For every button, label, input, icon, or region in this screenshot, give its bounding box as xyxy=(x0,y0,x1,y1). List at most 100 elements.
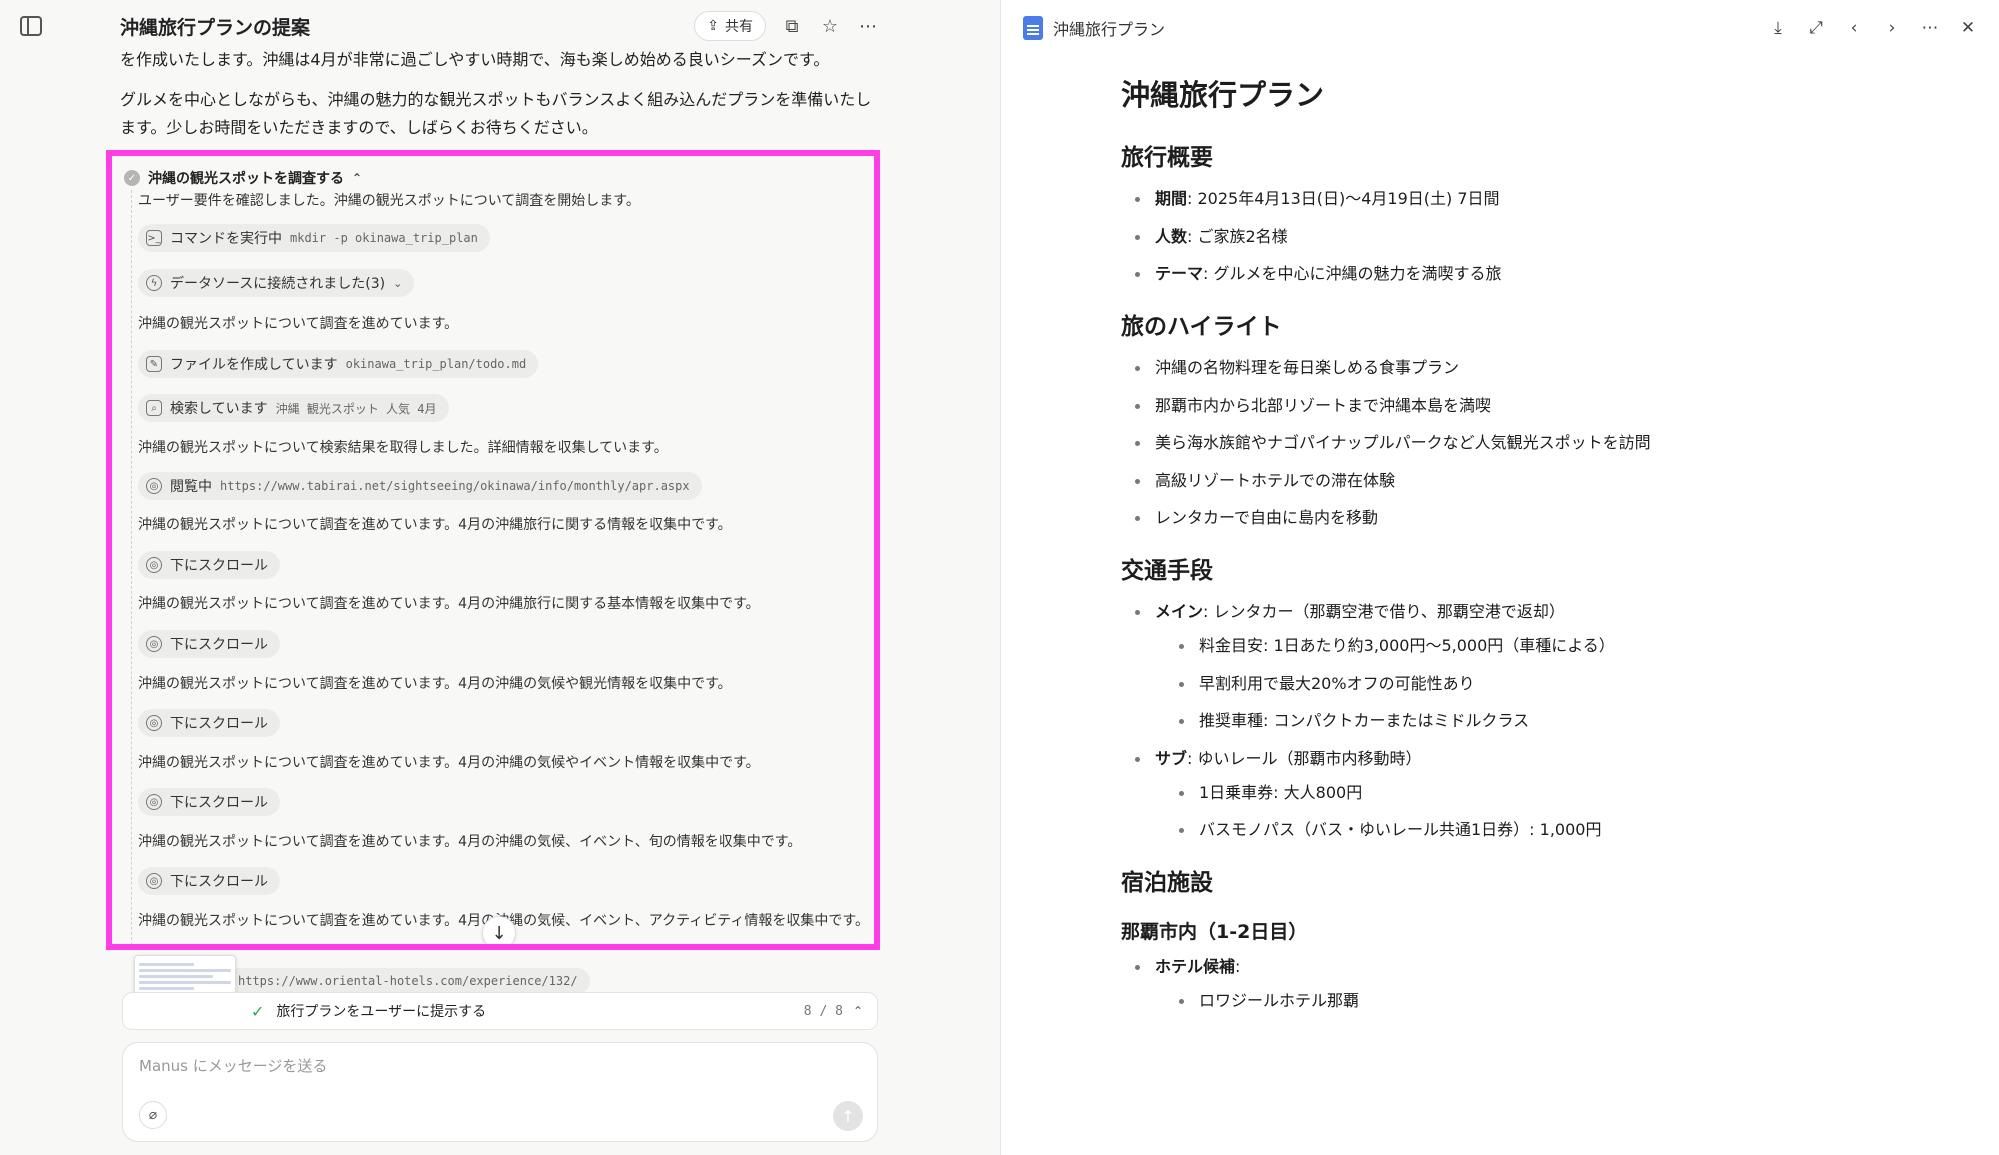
document-body: 沖縄旅行プラン 旅行概要 期間: 2025年4月13日(日)〜4月19日(土) 7… xyxy=(1121,72,1921,1028)
sub-list-item: 料金目安: 1日あたり約3,000円〜5,000円（車種による） xyxy=(1177,635,1921,657)
list-item: テーマ: グルメを中心に沖縄の魅力を満喫する旅 xyxy=(1133,263,1921,285)
action-pill[interactable]: ◎ 下にスクロール xyxy=(138,788,280,816)
action-label: コマンドを実行中 xyxy=(170,231,282,247)
log-text: 沖縄の観光スポットについて検索結果を取得しました。詳細情報を収集しています。 xyxy=(138,440,668,456)
bullet-list: ホテル候補: ロワジールホテル那覇 xyxy=(1133,956,1921,1012)
message-composer: ⌀ ↑ xyxy=(122,1042,878,1142)
task-step-panel: ✓ 沖縄の観光スポットを調査する ⌃ ユーザー要件を確認しました。沖縄の観光スポ… xyxy=(106,150,880,950)
step-progress-bar[interactable]: ✓ 旅行プランをユーザーに提示する 8 / 8 ⌃ xyxy=(122,992,878,1030)
action-argument: 沖縄 観光スポット 人気 4月 xyxy=(275,401,437,416)
terminal-icon: >_ xyxy=(146,230,162,246)
task-title: 沖縄の観光スポットを調査する xyxy=(148,171,344,187)
sub-list-item: ロワジールホテル那覇 xyxy=(1177,990,1921,1012)
list-item: ホテル候補: ロワジールホテル那覇 xyxy=(1133,956,1921,1012)
section-heading: 交通手段 xyxy=(1121,558,1213,584)
log-text: 沖縄の観光スポットについて調査を進めています。4月の沖縄の気候、イベント、旬の情… xyxy=(138,834,802,850)
compass-icon: ◎ xyxy=(146,715,162,731)
item-text: : 2025年4月13日(日)〜4月19日(土) 7日間 xyxy=(1187,189,1500,208)
message-input[interactable] xyxy=(139,1057,839,1075)
browsing-url-pill[interactable]: https://www.oriental-hotels.com/experien… xyxy=(226,968,590,994)
sub-list-item: バスモノパス（バス・ゆいレール共通1日券）: 1,000円 xyxy=(1177,819,1921,841)
item-text: 美ら海水族館やナゴパイナップルパークなど人気観光スポットを訪問 xyxy=(1155,433,1651,452)
task-header[interactable]: ✓ 沖縄の観光スポットを調査する ⌃ xyxy=(124,168,362,188)
action-argument: okinawa_trip_plan/todo.md xyxy=(345,357,527,371)
intro-paragraph: を作成いたします。沖縄は4月が非常に過ごしやすい時期で、海も楽しめ始める良いシー… xyxy=(120,50,830,69)
sidebar-toggle-icon[interactable] xyxy=(20,16,42,36)
action-pill[interactable]: ◎ 下にスクロール xyxy=(138,867,280,895)
check-icon: ✓ xyxy=(251,1001,265,1021)
action-pill[interactable]: ϟ データソースに接続されました(3) ⌄ xyxy=(138,269,415,297)
chat-header: 沖縄旅行プランの提案 ⇪ 共有 ⧉ ☆ ⋯ xyxy=(120,10,880,42)
log-text: 沖縄の観光スポットについて調査を進めています。4月の沖縄の気候や観光情報を収集中… xyxy=(138,676,732,692)
action-pill[interactable]: ⌕ 検索しています 沖縄 観光スポット 人気 4月 xyxy=(138,394,449,422)
chevron-up-icon[interactable]: ⌃ xyxy=(853,1004,863,1018)
sub-list-item: 推奨車種: コンパクトカーまたはミドルクラス xyxy=(1177,710,1921,732)
sub-list-item: 早割利用で最大20%オフの可能性あり xyxy=(1177,673,1921,695)
edit-icon: ✎ xyxy=(146,356,162,372)
step-count: 8 / 8 xyxy=(803,1003,843,1019)
check-icon: ✓ xyxy=(124,170,140,186)
item-text: 沖縄の名物料理を毎日楽しめる食事プラン xyxy=(1155,358,1460,377)
timeline-line xyxy=(131,190,132,944)
list-item: 人数: ご家族2名様 xyxy=(1133,226,1921,248)
chat-title: 沖縄旅行プランの提案 xyxy=(120,16,311,39)
more-icon[interactable]: ⋯ xyxy=(856,14,880,38)
item-key: 人数 xyxy=(1155,226,1188,246)
download-icon[interactable]: ⤓ xyxy=(1768,18,1788,38)
list-item: サブ: ゆいレール（那覇市内移動時） 1日乗車券: 大人800円 バスモノパス（バス… xyxy=(1133,748,1921,842)
action-label: データソースに接続されました(3) xyxy=(170,276,386,292)
sub-list: 料金目安: 1日あたり約3,000円〜5,000円（車種による） 早割利用で最大2… xyxy=(1177,635,1921,732)
item-key: テーマ xyxy=(1155,264,1204,283)
more-icon[interactable]: ⋯ xyxy=(1920,18,1940,38)
action-label: 下にスクロール xyxy=(170,795,268,811)
section-heading: 旅のハイライト xyxy=(1121,314,1282,340)
lightning-icon: ϟ xyxy=(146,275,162,291)
document-actions: ⤓ ⤢ ‹ › ⋯ ✕ xyxy=(1768,18,1978,38)
share-button[interactable]: ⇪ 共有 xyxy=(694,11,766,41)
bullet-list: 沖縄の名物料理を毎日楽しめる食事プラン那覇市内から北部リゾートまで沖縄本島を満喫… xyxy=(1133,357,1921,529)
paperclip-icon[interactable]: ⌀ xyxy=(139,1101,167,1129)
action-pill[interactable]: ◎ 下にスクロール xyxy=(138,551,280,579)
action-pill[interactable]: ◎ 下にスクロール xyxy=(138,630,280,658)
search-icon: ⌕ xyxy=(146,400,162,416)
bullet-list: メイン: レンタカー（那覇空港で借り、那覇空港で返却） 料金目安: 1日あたり約3… xyxy=(1133,601,1921,841)
action-label: 下にスクロール xyxy=(170,874,268,890)
item-text: 高級リゾートホテルでの滞在体験 xyxy=(1155,470,1396,490)
log-text: 沖縄の観光スポットについて調査を進めています。4月の沖縄旅行に関する情報を収集中… xyxy=(138,517,732,533)
action-pill[interactable]: ✎ ファイルを作成しています okinawa_trip_plan/todo.md xyxy=(138,350,539,378)
close-icon[interactable]: ✕ xyxy=(1958,18,1978,38)
subsection-heading: 那覇市内（1-2日目） xyxy=(1121,921,1308,943)
action-pill[interactable]: >_ コマンドを実行中 mkdir -p okinawa_trip_plan xyxy=(138,224,490,252)
action-pill[interactable]: ◎ 下にスクロール xyxy=(138,709,280,737)
document-header: 沖縄旅行プラン ⤓ ⤢ ‹ › ⋯ ✕ xyxy=(1001,0,1999,56)
log-text: 沖縄の観光スポットについて調査を進めています。4月の沖縄旅行に関する基本情報を収… xyxy=(138,596,760,612)
chevron-up-icon[interactable]: ⌃ xyxy=(352,171,362,185)
item-text: 那覇市内から北部リゾートまで沖縄本島を満喫 xyxy=(1155,395,1492,415)
share-icon: ⇪ xyxy=(707,18,719,34)
item-text: : ゆいレール（那覇市内移動時） xyxy=(1187,748,1422,768)
document-header-title: 沖縄旅行プラン xyxy=(1053,20,1166,39)
expand-icon[interactable]: ⤢ xyxy=(1806,18,1826,38)
copy-icon[interactable]: ⧉ xyxy=(780,14,804,38)
log-text: 沖縄の観光スポットについて調査を進めています。 xyxy=(138,316,459,332)
header-actions: ⇪ 共有 ⧉ ☆ ⋯ xyxy=(694,11,880,41)
log-text: 沖縄の観光スポットについて調査を進めています。4月の沖縄の気候やイベント情報を収… xyxy=(138,755,760,771)
action-label: ファイルを作成しています xyxy=(170,357,338,373)
scroll-down-button[interactable]: ↓ xyxy=(482,916,516,944)
share-label: 共有 xyxy=(725,19,753,35)
chevron-right-icon[interactable]: › xyxy=(1882,18,1902,38)
item-key: サブ xyxy=(1155,748,1188,768)
list-item: 高級リゾートホテルでの滞在体験 xyxy=(1133,470,1921,492)
star-icon[interactable]: ☆ xyxy=(818,14,842,38)
sub-list: 1日乗車券: 大人800円 バスモノパス（バス・ゆいレール共通1日券）: 1,00… xyxy=(1177,782,1921,842)
document-pane: 沖縄旅行プラン ⤓ ⤢ ‹ › ⋯ ✕ 沖縄旅行プラン 旅行概要 期間: 2025… xyxy=(1000,0,1999,1155)
item-text: : レンタカー（那覇空港で借り、那覇空港で返却） xyxy=(1203,602,1565,621)
item-text: : xyxy=(1235,957,1241,976)
item-key: メイン xyxy=(1155,602,1204,621)
chevron-down-icon[interactable]: ⌄ xyxy=(393,277,402,290)
list-item: メイン: レンタカー（那覇空港で借り、那覇空港で返却） 料金目安: 1日あたり約3… xyxy=(1133,601,1921,732)
chevron-left-icon[interactable]: ‹ xyxy=(1844,18,1864,38)
send-button[interactable]: ↑ xyxy=(833,1101,863,1131)
list-item: 那覇市内から北部リゾートまで沖縄本島を満喫 xyxy=(1133,395,1921,417)
action-pill[interactable]: ◎ 閲覧中 https://www.tabirai.net/sightseeing/… xyxy=(138,472,702,500)
